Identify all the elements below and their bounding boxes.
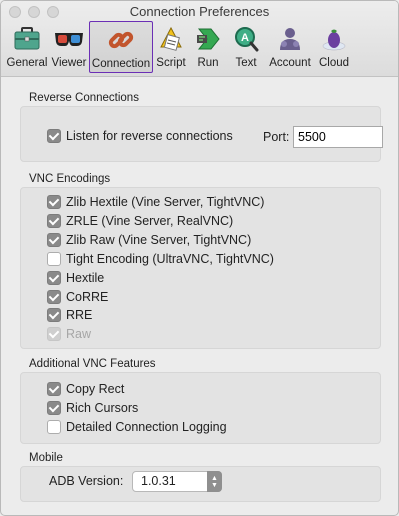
vnc-encodings-title: VNC Encodings: [29, 173, 111, 185]
tab-general-label: General: [6, 57, 48, 69]
preferences-window: Connection Preferences General Viewer Co…: [0, 0, 399, 516]
vnc-encodings-box: [20, 187, 381, 349]
feature-rich-cursors-checkbox[interactable]: Rich Cursors: [47, 401, 138, 415]
checkbox[interactable]: [47, 233, 61, 247]
chain-link-icon: [106, 25, 136, 55]
feature-label: Detailed Connection Logging: [66, 420, 227, 434]
feature-label: Rich Cursors: [66, 401, 139, 415]
encoding-zlib-raw-checkbox[interactable]: Zlib Raw (Vine Server, TightVNC): [47, 233, 251, 247]
tab-general[interactable]: General: [5, 21, 49, 73]
adb-version-select[interactable]: 1.0.31 ▲ ▼: [132, 471, 222, 492]
tab-account-label: Account: [269, 57, 311, 69]
checkbox[interactable]: [47, 129, 61, 143]
encoding-tight-checkbox[interactable]: Tight Encoding (UltraVNC, TightVNC): [47, 252, 274, 266]
encoding-label: Raw: [66, 327, 92, 341]
mobile-title: Mobile: [29, 452, 63, 464]
text-icon: A: [231, 24, 261, 54]
chevron-updown-icon[interactable]: ▲ ▼: [207, 471, 222, 492]
additional-features-title: Additional VNC Features: [29, 358, 156, 370]
checkbox[interactable]: [47, 214, 61, 228]
checkbox[interactable]: [47, 308, 61, 322]
toolbox-icon: [12, 24, 42, 54]
feature-detailed-logging-checkbox[interactable]: Detailed Connection Logging: [47, 420, 227, 434]
encoding-label: Hextile: [66, 271, 105, 285]
reverse-connections-title: Reverse Connections: [29, 92, 139, 104]
encoding-rre-checkbox[interactable]: RRE: [47, 308, 92, 322]
encoding-label: Tight Encoding (UltraVNC, TightVNC): [66, 252, 274, 266]
adb-version-label: ADB Version:: [49, 474, 124, 488]
3d-glasses-icon: [54, 24, 84, 54]
tab-cloud[interactable]: Cloud: [315, 21, 353, 73]
checkbox[interactable]: [47, 195, 61, 209]
adb-version-value: 1.0.31: [141, 474, 176, 488]
encoding-zrle-checkbox[interactable]: ZRLE (Vine Server, RealVNC): [47, 214, 233, 228]
checkbox[interactable]: [47, 252, 61, 266]
tab-run[interactable]: Run: [189, 21, 227, 73]
port-input[interactable]: [293, 126, 383, 148]
listen-reverse-checkbox[interactable]: Listen for reverse connections: [47, 129, 233, 143]
encoding-label: CoRRE: [66, 290, 109, 304]
tab-script-label: Script: [156, 57, 186, 69]
encoding-corre-checkbox[interactable]: CoRRE: [47, 290, 108, 304]
encoding-hextile-checkbox[interactable]: Hextile: [47, 271, 104, 285]
checkbox: [47, 327, 61, 341]
script-icon: [156, 24, 186, 54]
encoding-label: ZRLE (Vine Server, RealVNC): [66, 214, 234, 228]
window-title: Connection Preferences: [129, 4, 270, 19]
svg-text:A: A: [241, 32, 249, 44]
title-bar: Connection Preferences General Viewer Co…: [1, 1, 398, 77]
checkbox[interactable]: [47, 290, 61, 304]
account-icon: [275, 24, 305, 54]
encoding-label: Zlib Raw (Vine Server, TightVNC): [66, 233, 252, 247]
run-icon: [193, 24, 223, 54]
listen-reverse-label: Listen for reverse connections: [66, 129, 233, 143]
encoding-label: RRE: [66, 308, 93, 322]
checkbox[interactable]: [47, 420, 61, 434]
checkbox[interactable]: [47, 382, 61, 396]
feature-copy-rect-checkbox[interactable]: Copy Rect: [47, 382, 124, 396]
tab-account[interactable]: Account: [265, 21, 315, 73]
tab-text[interactable]: A Text: [227, 21, 265, 73]
tab-connection[interactable]: Connection: [89, 21, 153, 73]
tab-connection-label: Connection: [91, 58, 151, 70]
encoding-raw-checkbox: Raw: [47, 327, 91, 341]
tab-viewer-label: Viewer: [51, 57, 87, 69]
checkbox[interactable]: [47, 271, 61, 285]
tab-cloud-label: Cloud: [318, 57, 350, 69]
eggplant-icon: [319, 24, 349, 54]
port-label: Port:: [263, 130, 290, 144]
preferences-toolbar: General Viewer Connection Script Run A T…: [5, 21, 353, 75]
tab-run-label: Run: [197, 57, 219, 69]
encoding-zlib-hextile-checkbox[interactable]: Zlib Hextile (Vine Server, TightVNC): [47, 195, 264, 209]
encoding-label: Zlib Hextile (Vine Server, TightVNC): [66, 195, 265, 209]
feature-label: Copy Rect: [66, 382, 125, 396]
tab-text-label: Text: [235, 57, 257, 69]
tab-viewer[interactable]: Viewer: [49, 21, 89, 73]
checkbox[interactable]: [47, 401, 61, 415]
tab-script[interactable]: Script: [153, 21, 189, 73]
